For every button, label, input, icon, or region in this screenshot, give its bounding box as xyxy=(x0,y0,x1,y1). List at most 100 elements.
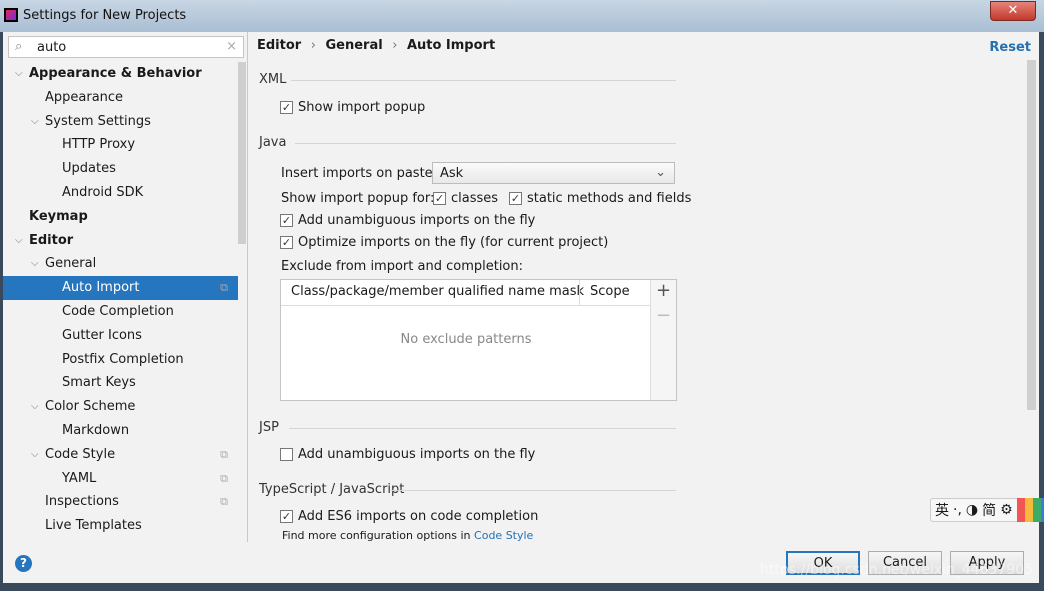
checkbox-label: Show import popup xyxy=(298,100,426,115)
ime-color-bars xyxy=(1016,498,1044,522)
add-icon[interactable]: + xyxy=(651,280,676,301)
more-config-text: Find more configuration options in Code … xyxy=(282,529,533,542)
breadcrumb-editor[interactable]: Editor xyxy=(257,38,301,53)
breadcrumb-general[interactable]: General xyxy=(325,38,382,53)
tree-item[interactable]: ⌵ Editor xyxy=(3,229,238,253)
tree-item-label: HTTP Proxy xyxy=(62,137,136,153)
ime-toolbar: 英 ·, ◑ 简 ⚙ xyxy=(930,498,1044,522)
tree-item[interactable]: ⌵ Code Style ⧉ xyxy=(3,443,238,467)
tree-item[interactable]: Auto Import ⧉ xyxy=(3,276,238,300)
settings-tree: ⌵ Appearance & Behavior Appearance ⌵ System … xyxy=(3,62,238,538)
tree-item[interactable]: Markdown xyxy=(3,419,238,443)
ime-settings-icon[interactable]: ⚙ xyxy=(1000,502,1013,518)
tree-item[interactable]: YAML ⧉ xyxy=(3,467,238,491)
ime-halfwidth-icon[interactable]: ◑ xyxy=(966,502,978,518)
tree-item[interactable]: Updates xyxy=(3,157,238,181)
checkbox-icon xyxy=(280,448,293,461)
main-scrollbar[interactable] xyxy=(1027,60,1036,410)
tree-item[interactable]: Keymap xyxy=(3,205,238,229)
ime-language-icon[interactable]: 英 xyxy=(935,500,949,520)
tree-item[interactable]: Postfix Completion xyxy=(3,348,238,372)
checkbox-icon: ✓ xyxy=(280,510,293,523)
sidebar: ⌕ auto × ⌵ Appearance & Behavior Appearanc… xyxy=(3,32,248,542)
tree-item[interactable]: HTTP Proxy xyxy=(3,133,238,157)
chevron-down-icon[interactable]: ⌵ xyxy=(15,62,23,86)
section-title: JSP xyxy=(259,420,279,435)
sidebar-scrollbar[interactable] xyxy=(238,62,246,244)
breadcrumb-separator: › xyxy=(392,38,398,53)
tree-item[interactable]: ⌵ System Settings xyxy=(3,110,238,134)
ime-punctuation-icon[interactable]: ·, xyxy=(953,502,962,518)
more-config-label: Find more configuration options in xyxy=(282,529,471,542)
column-scope[interactable]: Scope xyxy=(579,280,640,306)
checkbox-icon: ✓ xyxy=(280,214,293,227)
tree-item-label: Postfix Completion xyxy=(62,351,184,367)
tree-item-label: Code Style xyxy=(45,446,116,462)
checkbox-label: Optimize imports on the fly (for current… xyxy=(298,235,609,250)
chevron-down-icon[interactable]: ⌵ xyxy=(31,443,39,467)
tree-item[interactable]: Code Completion xyxy=(3,300,238,324)
search-input[interactable]: ⌕ auto × xyxy=(8,36,244,58)
main-panel: Editor › General › Auto Import Reset XML… xyxy=(249,32,1039,542)
tree-item[interactable]: Live Templates xyxy=(3,514,238,538)
code-style-link[interactable]: Code Style xyxy=(474,529,533,542)
breadcrumb-auto-import: Auto Import xyxy=(406,38,496,53)
tree-item[interactable]: Appearance xyxy=(3,86,238,110)
popup-for-label: Show import popup for: xyxy=(281,191,435,206)
static-methods-checkbox[interactable]: ✓ static methods and fields xyxy=(509,191,691,206)
section-title: TypeScript / JavaScript xyxy=(259,482,405,497)
tree-item-label: Editor xyxy=(29,232,74,248)
classes-checkbox[interactable]: ✓ classes xyxy=(433,191,498,206)
es6-imports-checkbox[interactable]: ✓ Add ES6 imports on code completion xyxy=(280,509,538,524)
tree-item[interactable]: Smart Keys xyxy=(3,371,238,395)
tree-item-label: Appearance & Behavior xyxy=(29,66,202,81)
chevron-down-icon[interactable]: ⌵ xyxy=(15,229,23,253)
tree-item[interactable]: ⌵ Color Scheme xyxy=(3,395,238,419)
tree-item[interactable]: Inspections ⧉ xyxy=(3,490,238,514)
ime-simplified-icon[interactable]: 简 xyxy=(982,500,996,520)
add-unambiguous-checkbox[interactable]: ✓ Add unambiguous imports on the fly xyxy=(280,213,535,228)
tree-item-label: Gutter Icons xyxy=(62,327,142,343)
reset-link[interactable]: Reset xyxy=(989,40,1031,55)
column-mask[interactable]: Class/package/member qualified name mask xyxy=(291,284,584,299)
tree-item-label: Markdown xyxy=(62,422,130,438)
copy-icon: ⧉ xyxy=(220,447,228,461)
chevron-down-icon[interactable]: ⌵ xyxy=(31,252,39,276)
section-typescript: TypeScript / JavaScript xyxy=(259,482,676,497)
chevron-down-icon[interactable]: ⌵ xyxy=(31,110,39,134)
tree-item[interactable]: Android SDK xyxy=(3,181,238,205)
tree-item-label: Live Templates xyxy=(45,518,142,534)
jsp-add-unambiguous-checkbox[interactable]: Add unambiguous imports on the fly xyxy=(280,447,535,462)
remove-icon[interactable]: − xyxy=(651,305,676,326)
search-icon: ⌕ xyxy=(15,39,23,54)
checkbox-label: Add unambiguous imports on the fly xyxy=(298,213,536,228)
breadcrumb: Editor › General › Auto Import xyxy=(257,38,495,53)
optimize-imports-checkbox[interactable]: ✓ Optimize imports on the fly (for curren… xyxy=(280,235,608,250)
tree-item-label: Auto Import xyxy=(62,280,140,296)
checkbox-label: static methods and fields xyxy=(527,191,692,206)
chevron-down-icon[interactable]: ⌵ xyxy=(31,395,39,419)
tree-item-label: Keymap xyxy=(29,208,88,224)
copy-icon: ⧉ xyxy=(220,495,228,509)
app-logo-icon xyxy=(4,8,18,22)
chevron-down-icon: ⌄ xyxy=(655,165,666,180)
checkbox-icon: ✓ xyxy=(509,192,522,205)
tree-item-label: Smart Keys xyxy=(62,375,136,391)
insert-imports-select[interactable]: Ask ⌄ xyxy=(432,162,675,184)
search-value: auto xyxy=(37,40,67,55)
tree-item[interactable]: ⌵ Appearance & Behavior xyxy=(3,62,238,86)
tree-item-label: Inspections xyxy=(45,494,119,510)
tree-item-label: Code Completion xyxy=(62,303,174,319)
table-toolbar: + − xyxy=(650,280,676,400)
clear-search-icon[interactable]: × xyxy=(226,39,237,54)
tree-item-label: Appearance xyxy=(45,89,124,105)
section-title: XML xyxy=(259,72,287,87)
breadcrumb-separator: › xyxy=(310,38,316,53)
tree-item[interactable]: Gutter Icons xyxy=(3,324,238,348)
window-title: Settings for New Projects xyxy=(23,8,187,23)
tree-item[interactable]: ⌵ General xyxy=(3,252,238,276)
tree-item-label: General xyxy=(45,256,97,272)
show-import-popup-checkbox[interactable]: ✓ Show import popup xyxy=(280,100,425,115)
help-button[interactable]: ? xyxy=(15,555,32,572)
close-button[interactable]: ✕ xyxy=(990,1,1036,21)
